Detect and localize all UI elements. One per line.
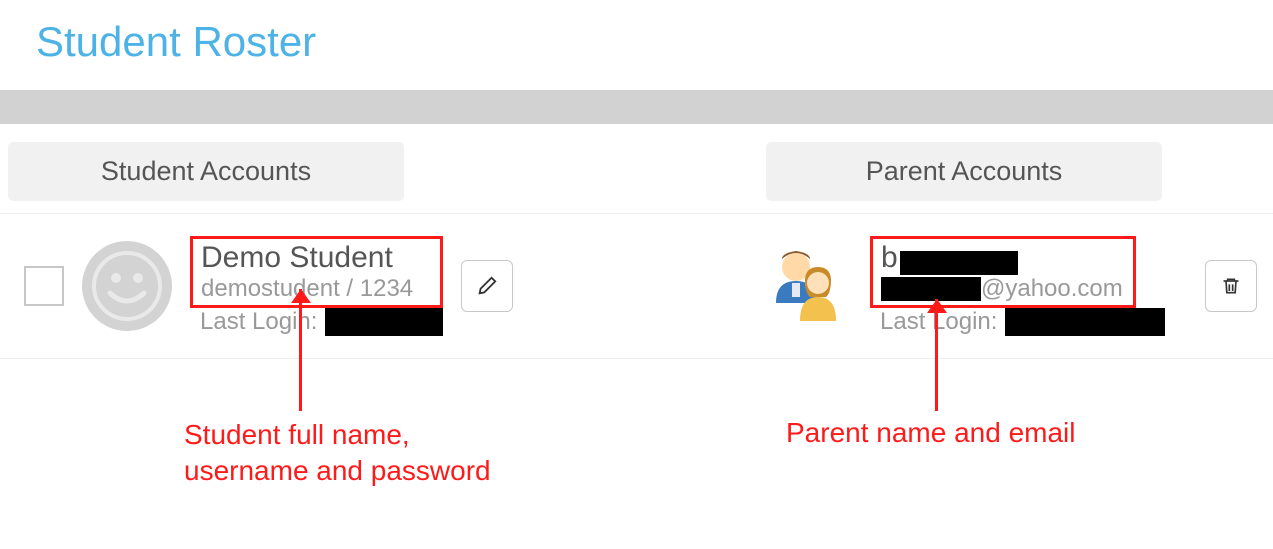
annotation-text-student: Student full name, username and password	[184, 417, 491, 490]
student-highlight-box: Demo Student demostudent / 1234	[190, 236, 443, 308]
parent-accounts-header: Parent Accounts	[766, 142, 1162, 201]
select-student-checkbox[interactable]	[24, 266, 64, 306]
parent-name-redacted	[900, 251, 1018, 275]
pencil-icon	[476, 275, 498, 297]
parent-highlight-box: b @yahoo.com	[870, 236, 1136, 308]
annotation-arrow-student	[299, 289, 302, 411]
annotation-layer: Student full name, username and password…	[0, 359, 1273, 489]
edit-student-button[interactable]	[461, 260, 513, 312]
parent-email-suffix: @yahoo.com	[981, 275, 1123, 303]
parent-avatar	[762, 241, 852, 331]
student-accounts-header: Student Accounts	[8, 142, 404, 201]
student-last-login-redacted	[325, 308, 443, 336]
column-headers: Student Accounts Parent Accounts	[0, 124, 1273, 213]
page-title: Student Roster	[0, 0, 1273, 90]
annotation-arrow-parent	[935, 299, 938, 411]
parent-last-login-redacted	[1005, 308, 1165, 336]
annotation-text-parent: Parent name and email	[786, 417, 1076, 449]
trash-icon	[1221, 275, 1241, 297]
parent-email-redacted	[881, 277, 981, 301]
student-name: Demo Student	[201, 241, 432, 275]
roster-row: Demo Student demostudent / 1234 Last Log…	[0, 213, 1273, 359]
parent-info: b @yahoo.com Last Login:	[870, 236, 1165, 336]
annotation-arrowhead-student	[291, 289, 311, 303]
divider-bar	[0, 90, 1273, 124]
delete-parent-button[interactable]	[1205, 260, 1257, 312]
annotation-arrowhead-parent	[927, 299, 947, 313]
student-avatar	[82, 241, 172, 331]
student-credentials: demostudent / 1234	[201, 275, 432, 303]
parent-name-prefix: b	[881, 241, 898, 275]
student-info: Demo Student demostudent / 1234 Last Log…	[190, 236, 443, 336]
